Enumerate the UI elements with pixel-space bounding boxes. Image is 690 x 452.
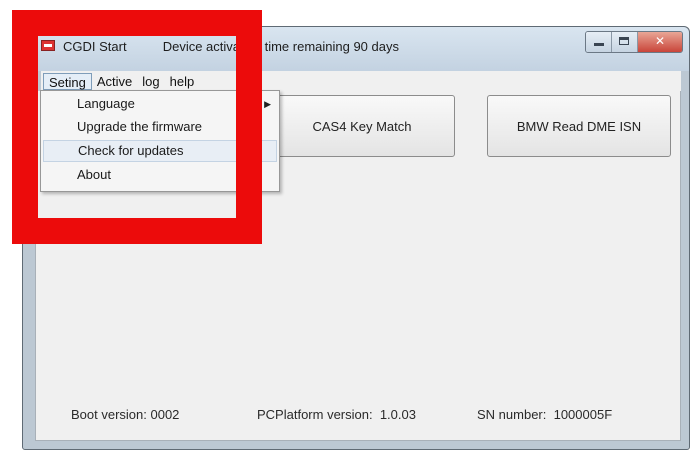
close-button[interactable] bbox=[638, 32, 682, 52]
boot-version: Boot version: 0002 bbox=[71, 407, 180, 422]
sn-number: SN number: 1000005F bbox=[477, 407, 613, 422]
submenu-arrow-icon: ▶ bbox=[264, 99, 271, 109]
cas4-key-match-button[interactable]: CAS4 Key Match bbox=[269, 95, 455, 157]
window-controls bbox=[585, 31, 683, 53]
bmw-read-dme-isn-button[interactable]: BMW Read DME ISN bbox=[487, 95, 671, 157]
pcplatform-version: PCPlatform version: 1.0.03 bbox=[257, 407, 416, 422]
red-highlight-box bbox=[12, 10, 262, 244]
maximize-button[interactable] bbox=[612, 32, 638, 52]
minimize-button[interactable] bbox=[586, 32, 612, 52]
